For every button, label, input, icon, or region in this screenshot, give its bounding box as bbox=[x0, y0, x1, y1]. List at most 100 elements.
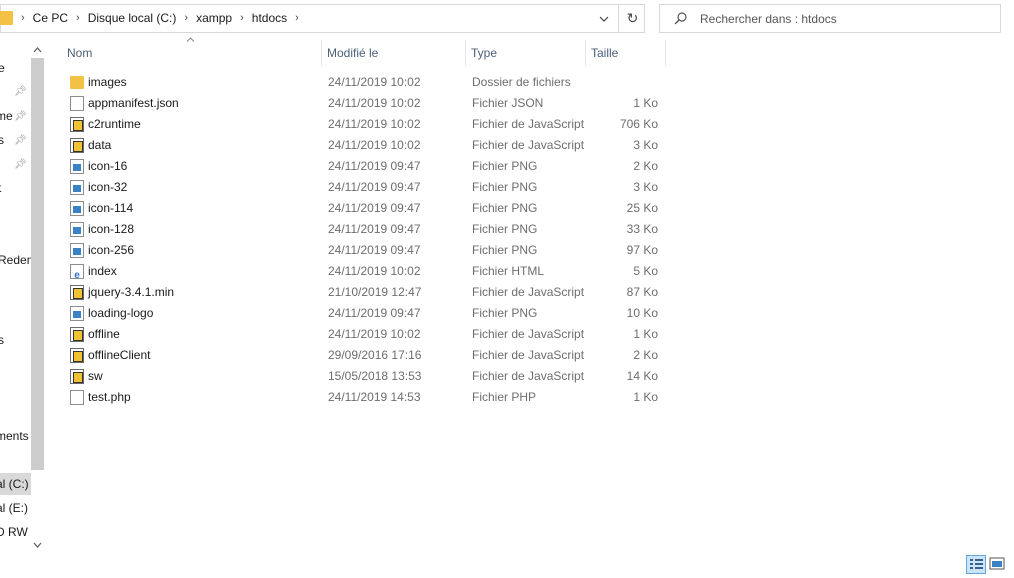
file-type: Fichier PNG bbox=[472, 243, 538, 257]
chevron-down-icon[interactable] bbox=[591, 5, 617, 32]
file-name: offline bbox=[88, 327, 120, 341]
breadcrumb-disque-local[interactable]: Disque local (C:) bbox=[82, 11, 183, 25]
breadcrumb-xampp[interactable]: xampp bbox=[190, 11, 238, 25]
file-type: Fichier PNG bbox=[472, 222, 538, 236]
breadcrumb-separator: › bbox=[184, 12, 189, 24]
nav-item[interactable]: D RW bbox=[0, 525, 28, 539]
nav-item[interactable]: t bbox=[0, 181, 1, 195]
file-type: Fichier PHP bbox=[472, 390, 537, 404]
file-date: 24/11/2019 10:02 bbox=[328, 96, 421, 110]
breadcrumb-htdocs[interactable]: htdocs bbox=[246, 11, 293, 25]
file-type: Fichier PNG bbox=[472, 180, 538, 194]
file-name: loading-logo bbox=[88, 306, 154, 320]
nav-item[interactable]: al (E:) bbox=[0, 501, 28, 515]
file-name: icon-32 bbox=[88, 180, 128, 194]
file-name: c2runtime bbox=[88, 117, 141, 131]
png-file-icon bbox=[70, 243, 84, 258]
file-size: 87 Ko bbox=[626, 285, 658, 299]
file-date: 24/11/2019 09:47 bbox=[328, 201, 421, 215]
column-header-name[interactable]: Nom bbox=[62, 40, 322, 66]
file-row[interactable]: icon-16 24/11/2019 09:47 Fichier PNG 2 Ko bbox=[62, 156, 666, 177]
nav-item[interactable]: s bbox=[0, 133, 4, 147]
file-name: icon-128 bbox=[88, 222, 135, 236]
search-icon bbox=[674, 12, 687, 25]
file-type: Fichier HTML bbox=[472, 264, 545, 278]
png-file-icon bbox=[70, 222, 84, 237]
pin-icon: 📌︎ bbox=[14, 86, 27, 97]
file-date: 24/11/2019 10:02 bbox=[328, 138, 421, 152]
js-file-icon bbox=[70, 285, 84, 300]
column-header-date[interactable]: Modifié le bbox=[322, 40, 466, 66]
js-file-icon bbox=[70, 369, 84, 384]
file-row[interactable]: jquery-3.4.1.min 21/10/2019 12:47 Fichier … bbox=[62, 282, 666, 303]
file-size: 10 Ko bbox=[626, 306, 658, 320]
png-file-icon bbox=[70, 180, 84, 195]
file-size: 5 Ko bbox=[633, 264, 658, 278]
js-file-icon bbox=[70, 117, 84, 132]
column-header-size[interactable]: Taille bbox=[586, 40, 666, 66]
nav-item[interactable]: ments bbox=[0, 429, 29, 443]
nav-item[interactable]: s bbox=[0, 333, 4, 347]
js-file-icon bbox=[70, 327, 84, 342]
file-type: Fichier de JavaScript bbox=[472, 285, 585, 299]
file-size: 14 Ko bbox=[626, 369, 658, 383]
file-type: Fichier PNG bbox=[472, 306, 538, 320]
nav-item[interactable]: al (C:) bbox=[0, 477, 29, 491]
file-name: sw bbox=[88, 369, 103, 383]
nav-scrollbar-thumb[interactable] bbox=[31, 58, 44, 470]
file-name: icon-16 bbox=[88, 159, 128, 173]
search-box[interactable]: Rechercher dans : htdocs bbox=[659, 4, 1001, 33]
scroll-down-icon[interactable] bbox=[31, 537, 44, 553]
file-name: icon-114 bbox=[88, 201, 134, 215]
file-name: data bbox=[88, 138, 112, 152]
file-date: 24/11/2019 09:47 bbox=[328, 159, 421, 173]
file-name: appmanifest.json bbox=[88, 96, 179, 110]
file-row[interactable]: loading-logo 24/11/2019 09:47 Fichier PNG 1… bbox=[62, 303, 666, 324]
large-icons-view-icon[interactable] bbox=[988, 555, 1008, 574]
file-size: 3 Ko bbox=[633, 180, 658, 194]
file-row[interactable]: icon-32 24/11/2019 09:47 Fichier PNG 3 Ko bbox=[62, 177, 666, 198]
file-row[interactable]: icon-128 24/11/2019 09:47 Fichier PNG 33 Ko bbox=[62, 219, 666, 240]
breadcrumb-separator: › bbox=[21, 12, 25, 24]
pin-icon: 📌︎ bbox=[14, 111, 27, 122]
details-view-icon[interactable] bbox=[966, 555, 986, 574]
scroll-up-icon[interactable] bbox=[31, 42, 44, 58]
file-date: 24/11/2019 10:02 bbox=[328, 327, 421, 341]
file-type: Fichier PNG bbox=[472, 201, 538, 215]
file-row[interactable]: icon-114 24/11/2019 09:47 Fichier PNG 25 Ko bbox=[62, 198, 666, 219]
breadcrumb-separator: › bbox=[76, 12, 80, 24]
file-row[interactable]: offline 24/11/2019 10:02 Fichier de JavaSc… bbox=[62, 324, 666, 345]
pin-icon: 📌︎ bbox=[14, 135, 27, 146]
file-row[interactable]: icon-256 24/11/2019 09:47 Fichier PNG 97 Ko bbox=[62, 240, 666, 261]
file-size: 1 Ko bbox=[633, 390, 658, 404]
file-row[interactable]: offlineClient 29/09/2016 17:16 Fichier de … bbox=[62, 345, 666, 366]
file-row[interactable]: e index 24/11/2019 10:02 Fichier HTML 5 Ko bbox=[62, 261, 666, 282]
file-row[interactable]: appmanifest.json 24/11/2019 10:02 Fichier … bbox=[62, 93, 666, 114]
file-type: Dossier de fichiers bbox=[472, 75, 571, 89]
nav-item[interactable]: e bbox=[0, 61, 5, 75]
breadcrumb-ce-pc[interactable]: Ce PC bbox=[27, 11, 74, 25]
file-type: Fichier de JavaScript bbox=[472, 117, 585, 131]
file-size: 1 Ko bbox=[633, 96, 658, 110]
file-row[interactable]: data 24/11/2019 10:02 Fichier de JavaScrip… bbox=[62, 135, 666, 156]
file-row[interactable]: c2runtime 24/11/2019 10:02 Fichier de Java… bbox=[62, 114, 666, 135]
file-size: 706 Ko bbox=[619, 117, 658, 131]
html-file-icon: e bbox=[70, 264, 84, 281]
address-bar[interactable]: › Ce PC › Disque local (C:) › xampp › ht… bbox=[0, 4, 645, 33]
file-row[interactable]: test.php 24/11/2019 14:53 Fichier PHP 1 Ko bbox=[62, 387, 666, 408]
file-size: 1 Ko bbox=[633, 327, 658, 341]
file-file-icon bbox=[70, 96, 84, 111]
file-row[interactable]: sw 15/05/2018 13:53 Fichier de JavaScript 1… bbox=[62, 366, 666, 387]
file-name: offlineClient bbox=[88, 348, 151, 362]
file-date: 24/11/2019 10:02 bbox=[328, 264, 421, 278]
file-type: Fichier de JavaScript bbox=[472, 348, 585, 362]
file-row[interactable]: images 24/11/2019 10:02 Dossier de fichier… bbox=[62, 72, 666, 93]
nav-item[interactable]: me bbox=[0, 109, 13, 123]
refresh-icon[interactable]: ↻ bbox=[618, 5, 646, 32]
file-date: 24/11/2019 14:53 bbox=[328, 390, 421, 404]
column-header-type[interactable]: Type bbox=[466, 40, 586, 66]
file-type: Fichier JSON bbox=[472, 96, 544, 110]
folder-icon bbox=[0, 11, 13, 25]
pin-icon: 📌︎ bbox=[14, 159, 27, 170]
file-type: Fichier de JavaScript bbox=[472, 138, 585, 152]
